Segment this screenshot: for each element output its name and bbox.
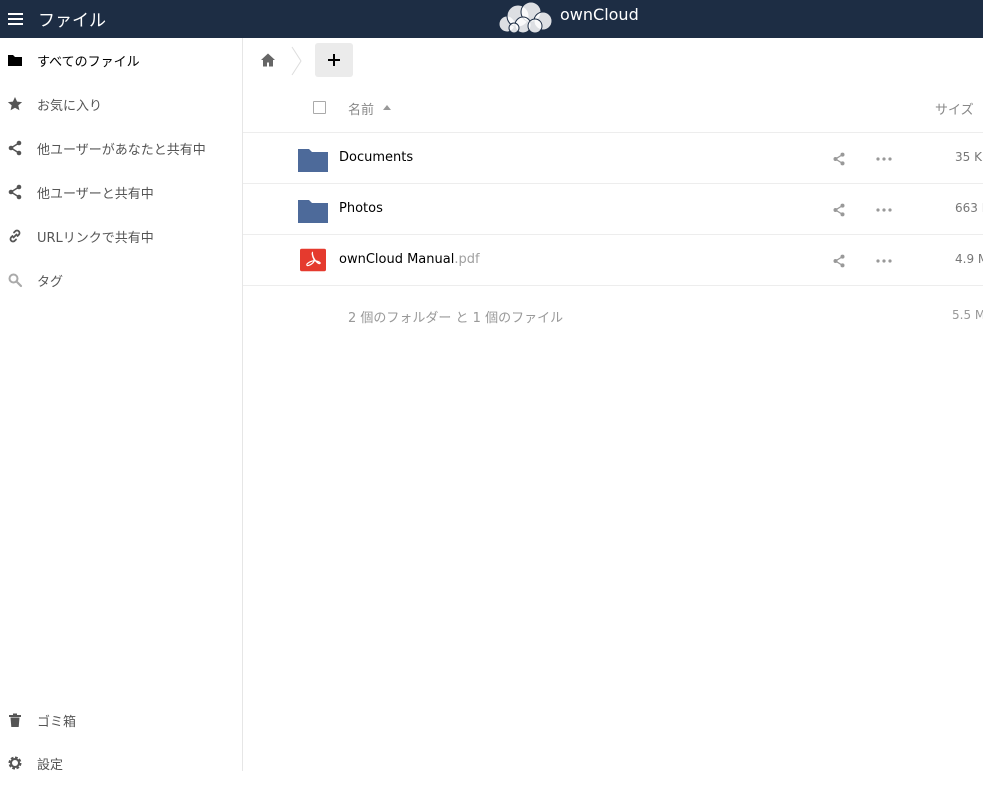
sidebar-item-settings[interactable]: 設定 bbox=[0, 741, 242, 785]
share-icon bbox=[8, 184, 22, 200]
sidebar-item-label: 設定 bbox=[37, 758, 64, 773]
folder-icon bbox=[8, 55, 22, 66]
file-name[interactable]: Documents bbox=[339, 150, 413, 165]
sidebar-item-label: すべてのファイル bbox=[37, 55, 140, 70]
folder-icon bbox=[298, 149, 328, 172]
file-size: 663 K bbox=[955, 201, 983, 215]
controls-bar bbox=[243, 38, 983, 84]
share-icon bbox=[8, 140, 22, 156]
trash-icon bbox=[9, 713, 21, 727]
sidebar-item-label: 他ユーザーと共有中 bbox=[37, 187, 154, 202]
file-name[interactable]: ownCloud Manual.pdf bbox=[339, 252, 480, 267]
logo-text: ownCloud bbox=[560, 5, 639, 24]
table-row[interactable]: Documents 35 K bbox=[243, 133, 983, 184]
share-icon[interactable] bbox=[832, 254, 846, 268]
more-options-icon[interactable] bbox=[876, 208, 892, 212]
file-table-header: 名前 サイズ bbox=[243, 84, 983, 133]
sidebar-item-favorites[interactable]: お気に入り bbox=[0, 82, 242, 126]
sidebar-item-shared-with-you[interactable]: 他ユーザーがあなたと共有中 bbox=[0, 126, 242, 170]
column-header-size[interactable]: サイズ bbox=[935, 99, 974, 118]
table-row[interactable]: ownCloud Manual.pdf 4.9 M bbox=[243, 235, 983, 286]
sort-asc-icon[interactable] bbox=[383, 105, 391, 110]
sidebar-item-shared-by-link[interactable]: URLリンクで共有中 bbox=[0, 214, 242, 258]
sidebar-item-all-files[interactable]: すべてのファイル bbox=[0, 38, 242, 82]
gear-icon bbox=[8, 756, 22, 770]
share-icon[interactable] bbox=[832, 203, 846, 217]
breadcrumb-separator-icon bbox=[291, 46, 302, 76]
sidebar-item-tags[interactable]: タグ bbox=[0, 258, 242, 302]
file-name-base: Photos bbox=[339, 201, 383, 216]
sidebar-item-label: 他ユーザーがあなたと共有中 bbox=[37, 143, 206, 158]
sidebar-item-label: ゴミ箱 bbox=[37, 715, 77, 730]
sidebar-item-label: URLリンクで共有中 bbox=[37, 231, 154, 246]
file-size: 4.9 M bbox=[955, 252, 983, 266]
share-icon[interactable] bbox=[832, 152, 846, 166]
home-icon[interactable] bbox=[260, 52, 276, 68]
app-title[interactable]: ファイル bbox=[38, 6, 106, 31]
folder-icon bbox=[298, 200, 328, 223]
file-size: 35 K bbox=[955, 150, 982, 164]
summary-text: 2 個のフォルダー と 1 個のファイル bbox=[348, 311, 564, 326]
file-name-base: Documents bbox=[339, 150, 414, 165]
top-header: ファイル ownCloud bbox=[0, 0, 983, 38]
link-icon bbox=[9, 229, 21, 243]
sidebar-item-shared-with-others[interactable]: 他ユーザーと共有中 bbox=[0, 170, 242, 214]
sidebar: すべてのファイル お気に入り 他ユーザーがあなたと共有中 他ユーザーと共有中 U… bbox=[0, 38, 243, 773]
new-file-button[interactable] bbox=[315, 43, 353, 77]
sidebar-item-label: お気に入り bbox=[37, 99, 103, 114]
menu-icon[interactable] bbox=[8, 11, 23, 27]
pdf-file-icon bbox=[300, 248, 326, 272]
plus-icon bbox=[328, 54, 340, 66]
more-options-icon[interactable] bbox=[876, 259, 892, 263]
sidebar-item-trash[interactable]: ゴミ箱 bbox=[0, 698, 242, 742]
summary-total-size: 5.5 M bbox=[952, 308, 983, 322]
table-row[interactable]: Photos 663 K bbox=[243, 184, 983, 235]
file-name[interactable]: Photos bbox=[339, 201, 383, 216]
star-icon bbox=[7, 97, 23, 111]
select-all-checkbox[interactable] bbox=[313, 101, 326, 114]
column-header-name[interactable]: 名前 bbox=[348, 99, 374, 118]
file-extension: .pdf bbox=[454, 252, 480, 267]
file-summary-row: 2 個のフォルダー と 1 個のファイル 5.5 M bbox=[243, 286, 983, 346]
file-name-base: ownCloud Manual bbox=[339, 252, 455, 267]
search-icon bbox=[8, 273, 23, 288]
sidebar-item-label: タグ bbox=[37, 275, 64, 290]
more-options-icon[interactable] bbox=[876, 157, 892, 161]
